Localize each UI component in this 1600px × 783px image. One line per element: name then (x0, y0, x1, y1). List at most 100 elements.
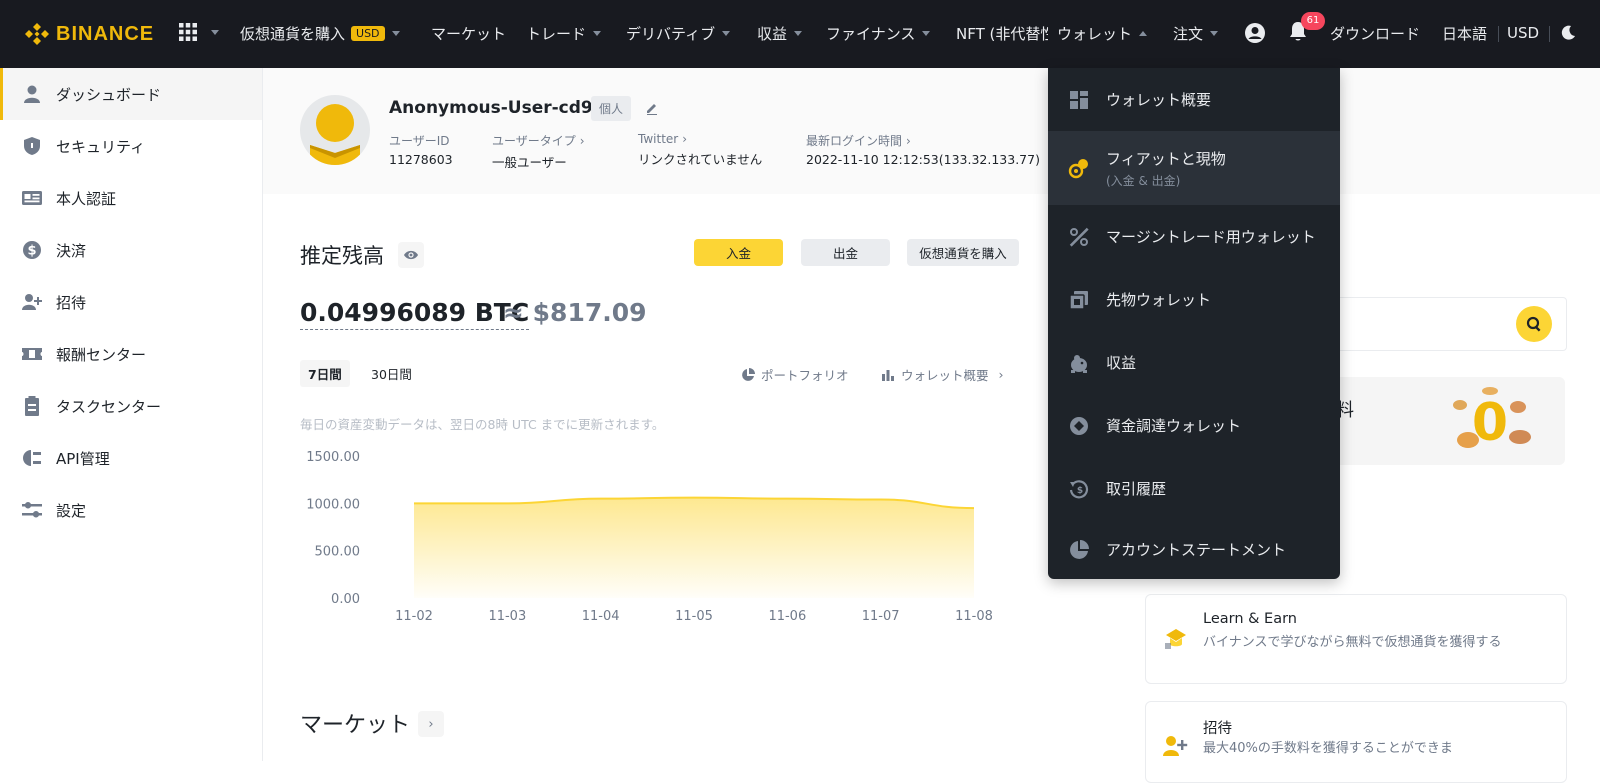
usd-balance: ≈ $817.09 (503, 298, 647, 327)
buy-crypto-button[interactable]: 仮想通貨を購入 (907, 239, 1019, 266)
wallet-menu-margin[interactable]: マージントレード用ウォレット (1048, 205, 1340, 268)
nav-earn[interactable]: 収益 (757, 21, 803, 45)
menu-label: 収益 (1106, 354, 1137, 372)
wallet-menu-history[interactable]: $ 取引履歴 (1048, 457, 1340, 520)
sidebar-item-referral[interactable]: 招待 (0, 276, 262, 328)
chevron-down-icon (722, 30, 731, 36)
sidebar-item-security[interactable]: セキュリティ (0, 120, 262, 172)
chart-update-note: 毎日の資産変動データは、翌日の8時 UTC までに更新されます。 (300, 417, 665, 432)
learn-earn-card[interactable]: Learn & Earn バイナンスで学びながら無料で仮想通貨を獲得する (1145, 594, 1567, 684)
wallet-menu-overview[interactable]: ウォレット概要 (1048, 68, 1340, 131)
nav-markets[interactable]: マーケット (431, 21, 506, 45)
chevron-right-icon: › (906, 134, 911, 148)
binance-diamond-icon (25, 23, 49, 45)
wallet-overview-label: ウォレット概要 (901, 368, 989, 383)
profile-field-user-type[interactable]: ユーザータイプ › 一般ユーザー (492, 132, 585, 171)
field-value: 一般ユーザー (492, 155, 567, 170)
avatar[interactable] (300, 95, 370, 165)
notifications-button[interactable]: 61 (1287, 12, 1325, 46)
language-label: 日本語 (1442, 24, 1488, 43)
currency-selector[interactable]: USD (1507, 21, 1539, 45)
market-more-button[interactable]: › (418, 711, 444, 737)
wallet-menu-funding[interactable]: 資金調達ウォレット (1048, 394, 1340, 457)
toggle-balance-visibility[interactable] (398, 242, 424, 268)
profile-field-twitter[interactable]: Twitter › リンクされていません (638, 132, 762, 168)
sidebar-item-payment[interactable]: $ 決済 (0, 224, 262, 276)
nav-trade[interactable]: トレード (526, 21, 602, 45)
balance-area-chart: 1500.00 1000.00 500.00 0.00 11-02 11-03 11-04… (306, 450, 993, 624)
svg-text:$: $ (27, 244, 36, 259)
wallet-menu-statement[interactable]: アカウントステートメント (1048, 520, 1340, 579)
nav-orders[interactable]: 注文 (1173, 21, 1219, 45)
sidebar-item-settings[interactable]: 設定 (0, 484, 262, 536)
chevron-down-icon (1210, 30, 1219, 36)
wallet-menu-fiat-spot[interactable]: フィアットと現物 (入金 & 出金) (1048, 131, 1340, 205)
statement-icon (1068, 539, 1090, 561)
nav-finance[interactable]: ファイナンス (826, 21, 931, 45)
nav-derivatives[interactable]: デリバティブ (626, 21, 731, 45)
sidebar-item-task-center[interactable]: タスクセンター (0, 380, 262, 432)
chevron-right-icon: › (682, 132, 688, 146)
futures-icon (1068, 289, 1090, 311)
wallet-overview-link[interactable]: ウォレット概要 › (881, 365, 1004, 384)
download-link[interactable]: ダウンロード (1330, 21, 1420, 45)
field-value: リンクされていません (638, 152, 763, 167)
logo-text: BINANCE (56, 22, 155, 45)
account-button[interactable] (1244, 22, 1266, 48)
nav-nft[interactable]: NFT (非代替性 (956, 21, 1048, 45)
history-icon: $ (1068, 478, 1090, 500)
user-circle-icon (1245, 23, 1265, 43)
fiat-spot-icon (1068, 157, 1090, 179)
menu-label-main: フィアットと現物 (1106, 149, 1226, 168)
profile-field-last-login[interactable]: 最新ログイン時間 › 2022-11-10 12:12:53(133.32.133… (806, 132, 1040, 167)
search-button[interactable] (1516, 306, 1552, 342)
y-tick-label: 1500.00 (306, 450, 360, 465)
nav-buy-crypto[interactable]: 仮想通貨を購入 USD (240, 21, 400, 45)
wallet-menu-earn[interactable]: 収益 (1048, 331, 1340, 394)
sidebar-item-identification[interactable]: 本人認証 (0, 172, 262, 224)
btc-balance: 0.04996089 BTC (300, 298, 530, 330)
profile-header (263, 68, 1600, 194)
sidebar-item-rewards-center[interactable]: 報酬センター (0, 328, 262, 380)
tab-7-days[interactable]: 7日間 (300, 360, 350, 387)
nav-label: 注文 (1173, 24, 1204, 43)
deposit-button[interactable]: 入金 (694, 239, 783, 266)
field-label: Twitter (638, 132, 679, 146)
tab-30-days[interactable]: 30日間 (363, 360, 420, 387)
sidebar-item-label: 報酬センター (56, 345, 147, 364)
user-icon (21, 83, 43, 105)
x-tick-label: 11-04 (582, 609, 620, 624)
field-value: 2022-11-10 12:12:53(133.32.133.77) (806, 152, 1040, 167)
language-selector[interactable]: 日本語 (1442, 21, 1487, 45)
card-title: 招待 (1203, 721, 1232, 737)
x-tick-label: 11-05 (675, 609, 713, 624)
pie-chart-icon (742, 367, 755, 381)
chevron-down-icon (794, 30, 803, 36)
nav-wallet[interactable]: ウォレット (1057, 21, 1148, 45)
portfolio-link[interactable]: ポートフォリオ (741, 365, 849, 384)
nav-label: マーケット (431, 24, 507, 43)
binance-logo[interactable]: BINANCE (24, 21, 154, 47)
chart-area-fill (414, 497, 974, 598)
portfolio-label: ポートフォリオ (761, 368, 849, 383)
edit-username-button[interactable] (645, 100, 659, 119)
apps-menu-button[interactable] (178, 22, 219, 42)
referral-card[interactable]: 招待 最大40%の手数料を獲得することができま (1145, 701, 1567, 783)
wallet-dropdown-menu: ウォレット概要 フィアットと現物 (入金 & 出金) マージントレード用ウォレッ… (1048, 68, 1340, 579)
x-tick-label: 11-03 (488, 609, 526, 624)
chevron-down-icon (391, 30, 400, 36)
funding-icon (1068, 415, 1090, 437)
nav-label: トレード (526, 24, 587, 43)
y-tick-label: 1000.00 (306, 497, 360, 512)
y-tick-label: 500.00 (315, 545, 361, 560)
margin-icon (1068, 226, 1090, 248)
sidebar-item-dashboard[interactable]: ダッシュボード (0, 68, 262, 120)
sidebar-item-label: セキュリティ (56, 137, 146, 156)
learn-earn-icon (1165, 629, 1186, 649)
withdraw-button[interactable]: 出金 (801, 239, 890, 266)
sidebar-item-api-management[interactable]: API管理 (0, 432, 262, 484)
grid-icon (179, 23, 197, 41)
id-card-icon (21, 187, 43, 209)
wallet-menu-futures[interactable]: 先物ウォレット (1048, 268, 1340, 331)
theme-toggle[interactable] (1559, 24, 1577, 46)
